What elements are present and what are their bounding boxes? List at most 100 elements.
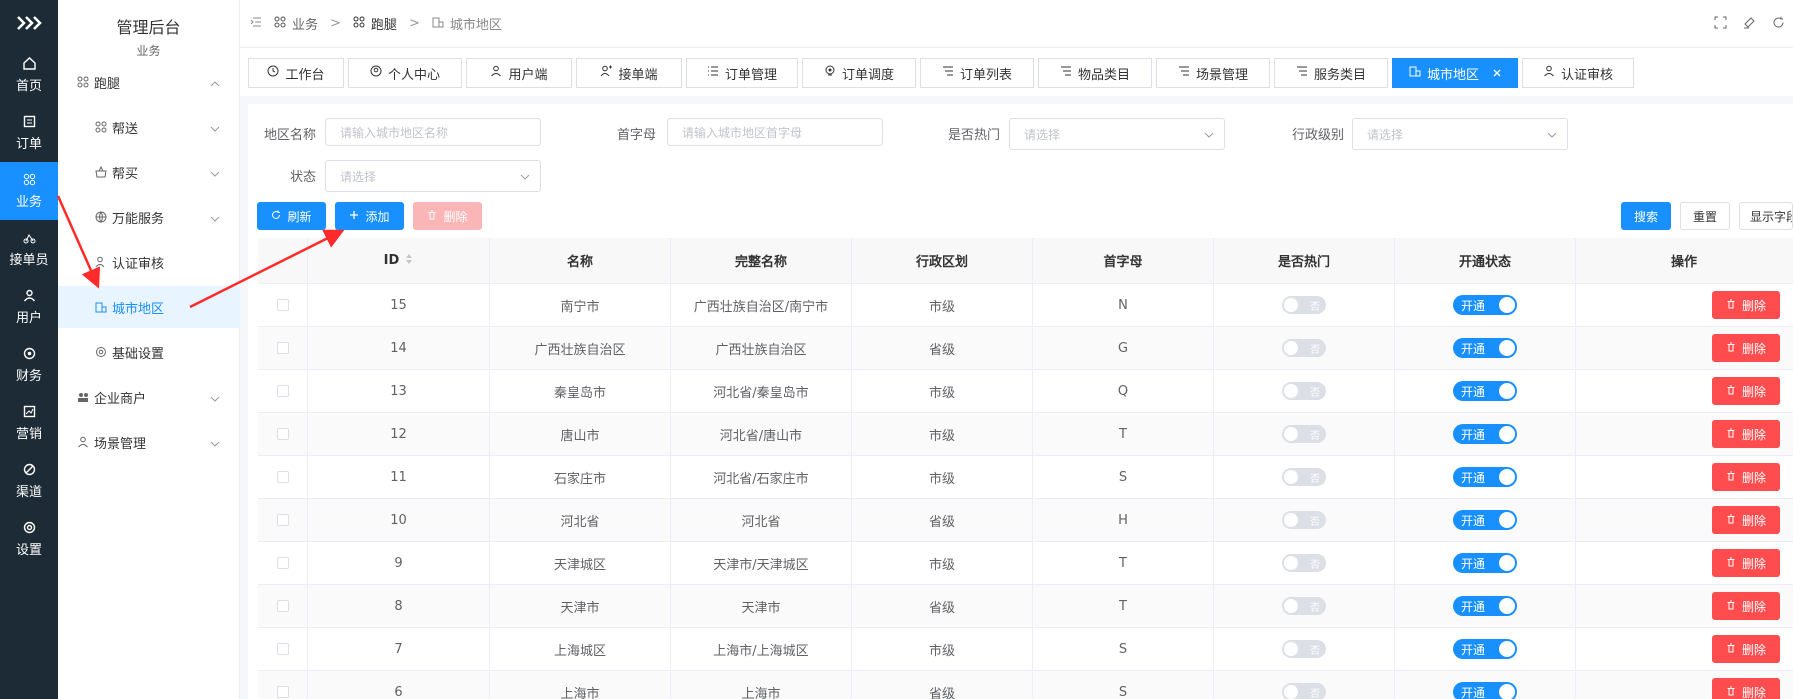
delete-row-button[interactable]: 删除 (1712, 420, 1780, 448)
row-checkbox[interactable] (276, 600, 289, 612)
tab-profile[interactable]: 个人中心 (348, 58, 462, 88)
show-fields-button[interactable]: 显示字段 (1739, 202, 1793, 230)
refresh-page-icon[interactable] (1772, 16, 1785, 33)
tab-scene-management[interactable]: 场景管理 (1156, 58, 1270, 88)
refresh-button[interactable]: 刷新 (257, 202, 326, 230)
add-button[interactable]: 添加 (335, 202, 404, 230)
rail-item-home[interactable]: 首页 (0, 46, 58, 104)
batch-delete-button[interactable]: 删除 (413, 202, 482, 230)
hot-toggle[interactable]: 否 (1282, 296, 1326, 314)
fullscreen-icon[interactable] (1714, 16, 1727, 33)
hot-toggle[interactable]: 否 (1282, 425, 1326, 443)
table-row[interactable]: 12 唐山市 河北省/唐山市 市级 T 否 开通 删除 (258, 413, 1793, 456)
open-status-toggle[interactable]: 开通 (1453, 510, 1517, 530)
region-initial-input[interactable]: 请输入城市地区首字母 (667, 118, 883, 146)
open-status-toggle[interactable]: 开通 (1453, 639, 1517, 659)
rail-item-courier[interactable]: 接单员 (0, 220, 58, 278)
clear-cache-icon[interactable] (1743, 16, 1756, 33)
delete-row-button[interactable]: 删除 (1712, 635, 1780, 663)
hot-toggle[interactable]: 否 (1282, 597, 1326, 615)
row-checkbox[interactable] (276, 471, 289, 483)
open-status-toggle[interactable]: 开通 (1453, 467, 1517, 487)
delete-row-button[interactable]: 删除 (1712, 506, 1780, 534)
row-checkbox[interactable] (276, 514, 289, 526)
delete-row-button[interactable]: 删除 (1712, 592, 1780, 620)
menu-item-verification[interactable]: 认证审核 (58, 241, 240, 283)
table-row[interactable]: 7 上海城区 上海市/上海城区 市级 S 否 开通 删除 (258, 628, 1793, 671)
breadcrumb-item[interactable]: 业务 (292, 14, 318, 33)
row-checkbox[interactable] (276, 342, 289, 354)
open-status-toggle[interactable]: 开通 (1453, 424, 1517, 444)
row-checkbox[interactable] (276, 299, 289, 311)
tab-verification[interactable]: 认证审核 (1522, 58, 1634, 88)
rail-item-marketing[interactable]: 营销 (0, 394, 58, 452)
hot-toggle[interactable]: 否 (1282, 511, 1326, 529)
reset-button[interactable]: 重置 (1680, 202, 1730, 230)
delete-row-button[interactable]: 删除 (1712, 334, 1780, 362)
menu-item-city-region[interactable]: 城市地区 (58, 286, 240, 328)
region-name-input[interactable]: 请输入城市地区名称 (325, 118, 541, 146)
rail-item-settings[interactable]: 设置 (0, 510, 58, 568)
rail-item-business[interactable]: 业务 (0, 162, 58, 220)
delete-row-button[interactable]: 删除 (1712, 291, 1780, 319)
table-row[interactable]: 14 广西壮族自治区 广西壮族自治区 省级 G 否开通 删除 (258, 327, 1793, 370)
tab-user-app[interactable]: 用户端 (466, 58, 572, 88)
row-checkbox[interactable] (276, 385, 289, 397)
open-status-toggle[interactable]: 开通 (1453, 381, 1517, 401)
menu-item-basic-settings[interactable]: 基础设置 (58, 331, 240, 373)
header-id[interactable]: ID (308, 238, 490, 283)
menu-item-universal-service[interactable]: 万能服务 (58, 196, 240, 238)
hot-toggle[interactable]: 否 (1282, 554, 1326, 572)
hot-toggle[interactable]: 否 (1282, 382, 1326, 400)
rail-item-order[interactable]: 订单 (0, 104, 58, 162)
menu-item-buy[interactable]: 帮买 (58, 151, 240, 193)
open-status-toggle[interactable]: 开通 (1453, 553, 1517, 573)
hot-toggle[interactable]: 否 (1282, 339, 1326, 357)
delete-row-button[interactable]: 删除 (1712, 678, 1780, 699)
table-row[interactable]: 13 秦皇岛市 河北省/秦皇岛市 市级 Q 否 开通 删除 (258, 370, 1793, 413)
rail-item-finance[interactable]: 财务 (0, 336, 58, 394)
collapse-menu-icon[interactable] (250, 16, 262, 31)
hot-toggle[interactable]: 否 (1282, 640, 1326, 658)
row-checkbox[interactable] (276, 643, 289, 655)
table-row[interactable]: 8 天津市 天津市 省级 T 否开通 删除 (258, 585, 1793, 628)
hot-toggle[interactable]: 否 (1282, 683, 1326, 699)
row-checkbox[interactable] (276, 428, 289, 440)
tab-item-category[interactable]: 物品类目 (1038, 58, 1152, 88)
tab-order-dispatch[interactable]: 订单调度 (802, 58, 916, 88)
menu-item-errand[interactable]: 跑腿 (58, 61, 240, 103)
delete-row-button[interactable]: 删除 (1712, 463, 1780, 491)
open-status-toggle[interactable]: 开通 (1453, 338, 1517, 358)
table-row[interactable]: 10 河北省 河北省 省级 H 否开通 删除 (258, 499, 1793, 542)
row-checkbox[interactable] (276, 557, 289, 569)
tab-city-region[interactable]: 城市地区 (1392, 58, 1518, 88)
tab-dashboard[interactable]: 工作台 (248, 58, 344, 88)
breadcrumb-item[interactable]: 跑腿 (371, 14, 397, 33)
table-row[interactable]: 9 天津城区 天津市/天津城区 市级 T 否 开通 删除 (258, 542, 1793, 585)
status-select[interactable]: 请选择 (325, 160, 541, 192)
open-status-toggle[interactable]: 开通 (1453, 295, 1517, 315)
close-icon[interactable] (1493, 66, 1501, 81)
table-row[interactable]: 15 南宁市 广西壮族自治区/南宁市 市级 N 否 开通 删除 (258, 284, 1793, 327)
tab-courier-app[interactable]: 接单端 (576, 58, 682, 88)
open-status-toggle[interactable]: 开通 (1453, 682, 1517, 699)
delete-row-button[interactable]: 删除 (1712, 549, 1780, 577)
open-status-toggle[interactable]: 开通 (1453, 596, 1517, 616)
delete-row-button[interactable]: 删除 (1712, 377, 1780, 405)
level-select[interactable]: 请选择 (1352, 118, 1568, 150)
hot-toggle[interactable]: 否 (1282, 468, 1326, 486)
table-row[interactable]: 6 上海市 上海市 省级 S 否开通 删除 (258, 671, 1793, 699)
menu-item-deliver[interactable]: 帮送 (58, 106, 240, 148)
table-row[interactable]: 11 石家庄市 河北省/石家庄市 市级 S 否 开通 删除 (258, 456, 1793, 499)
tab-service-category[interactable]: 服务类目 (1274, 58, 1388, 88)
menu-item-enterprise[interactable]: 企业商户 (58, 376, 240, 418)
row-checkbox[interactable] (276, 686, 289, 698)
hot-select[interactable]: 请选择 (1009, 118, 1225, 150)
rail-item-channel[interactable]: 渠道 (0, 452, 58, 510)
sort-icon[interactable] (405, 253, 413, 269)
menu-item-scene-management[interactable]: 场景管理 (58, 421, 240, 463)
rail-item-user[interactable]: 用户 (0, 278, 58, 336)
tab-order-list[interactable]: 订单列表 (920, 58, 1034, 88)
tab-order-management[interactable]: 订单管理 (686, 58, 798, 88)
search-button[interactable]: 搜索 (1621, 202, 1671, 230)
